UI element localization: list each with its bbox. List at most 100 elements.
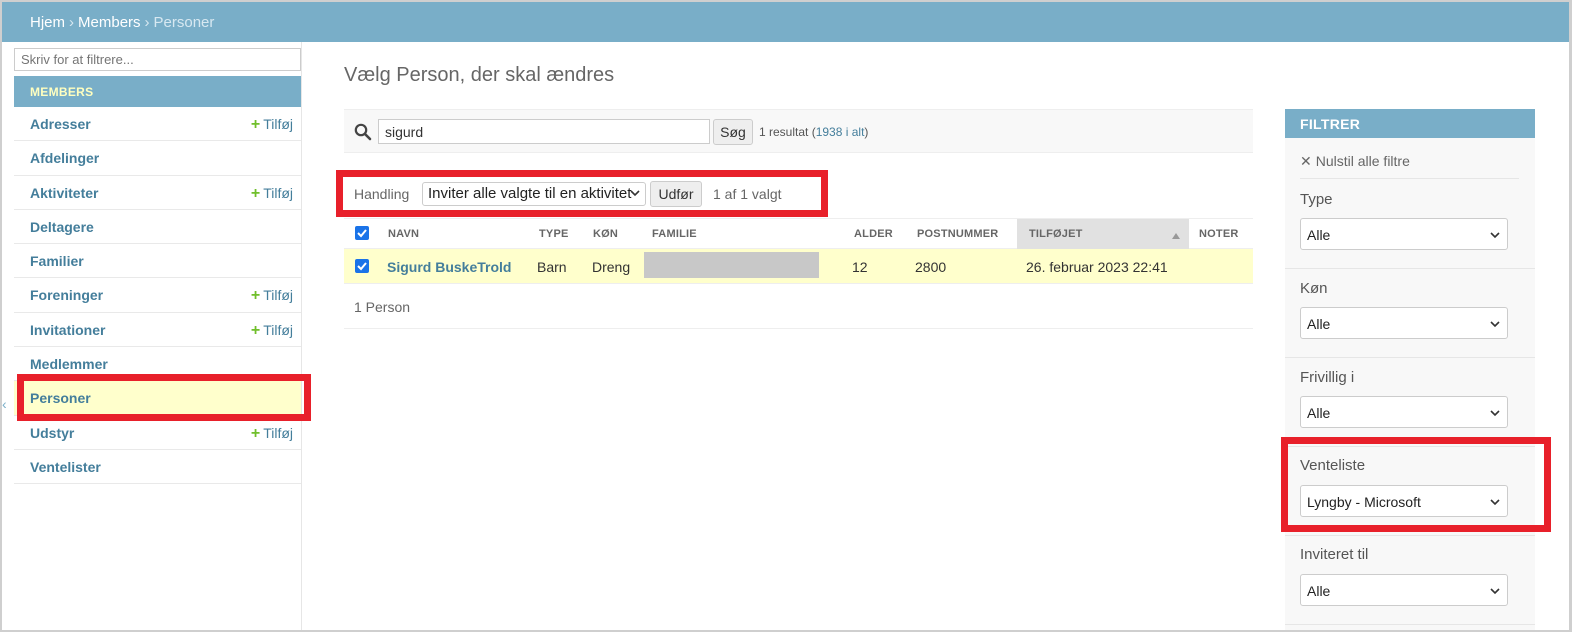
filter-select-volunteer[interactable]: Alle [1300,396,1508,428]
annotation-box-actions [336,170,828,217]
sidebar-item-afdelinger: Afdelinger [14,141,301,176]
divider [1285,535,1535,536]
add-aktiviteter-link[interactable]: + Tilføj [251,185,293,203]
select-all-checkbox[interactable] [355,226,369,240]
module-caption-members[interactable]: MEMBERS [14,76,301,107]
header: Hjem › Members › Personer [2,2,1569,42]
add-adresser-link[interactable]: + Tilføj [251,116,293,134]
sidebar-item-foreninger: Foreninger + Tilføj [14,278,301,313]
search-icon [354,123,372,141]
column-header-postal[interactable]: POSTNUMMER [917,228,998,240]
row-checkbox[interactable] [355,259,369,273]
add-label: Tilføj [263,287,293,304]
filter-select-value: Alle [1307,316,1331,332]
filter-label-invited: Inviteret til [1300,546,1369,563]
sidebar-item-ventelister: Ventelister [14,450,301,485]
sidebar-item-label[interactable]: Familier [30,253,84,269]
sidebar-item-label[interactable]: Aktiviteter [30,185,98,201]
filter-label-gender: Køn [1300,280,1328,297]
column-header-age[interactable]: ALDER [854,228,893,240]
sidebar-item-label[interactable]: Udstyr [30,425,74,441]
result-count: 1 resultat (1938 i alt) [759,125,868,139]
column-header-family[interactable]: FAMILIE [652,228,697,240]
check-icon [357,262,367,271]
divider [1285,357,1535,358]
add-label: Tilføj [263,116,293,132]
search-button[interactable]: Søg [713,119,753,145]
check-icon [357,229,367,238]
plus-icon: + [250,424,261,442]
table-row: Sigurd BuskeTrold Barn Dreng 12 2800 26.… [344,249,1253,284]
column-header-type[interactable]: TYPE [539,228,569,240]
cell-gender: Dreng [592,259,631,275]
page-title: Vælg Person, der skal ændres [344,64,615,86]
collapse-sidebar-icon[interactable]: ‹ [2,396,7,412]
cell-postal: 2800 [915,259,947,275]
filter-select-value: Alle [1307,227,1331,243]
annotation-box-personer [17,374,311,421]
filter-select-type[interactable]: Alle [1300,218,1508,250]
clear-filters-link[interactable]: ✕ Nulstil alle filtre [1300,153,1410,170]
filter-label-type: Type [1300,191,1333,208]
person-name-link[interactable]: Sigurd BuskeTrold [387,259,511,275]
sort-ascending-icon[interactable] [1171,232,1181,240]
column-header-gender[interactable]: KØN [593,228,618,240]
sidebar-item-label[interactable]: Invitationer [30,322,105,338]
filter-caption: FILTRER [1285,109,1535,138]
breadcrumb-home[interactable]: Hjem [30,14,65,31]
sidebar-item-deltagere: Deltagere [14,210,301,245]
result-summary: 1 Person [354,299,411,315]
sidebar: MEMBERS Adresser +Tilføj Afdelinger Akti… [13,42,302,630]
filter-panel: FILTRER ✕ Nulstil alle filtre Type Alle K… [1285,109,1535,630]
filter-label-volunteer: Frivillig i [1300,369,1355,386]
filter-select-value: Alle [1307,583,1331,599]
chevron-down-icon [1490,232,1500,239]
paginator: 1 Person [344,285,1253,329]
sidebar-item-label[interactable]: Adresser [30,116,91,132]
result-table: NAVN TYPE KØN FAMILIE ALDER POSTNUMMER T… [344,218,1253,284]
nav-filter-input[interactable] [14,48,301,71]
column-header-name[interactable]: NAVN [388,228,419,240]
cell-age: 12 [852,259,868,275]
sidebar-item-label[interactable]: Ventelister [30,459,101,475]
plus-icon: + [250,116,261,133]
divider [1285,624,1535,625]
result-prefix: 1 resultat ( [759,125,816,139]
column-header-added[interactable]: TILFØJET [1029,228,1083,240]
breadcrumb-separator: › [69,14,75,31]
clear-filters-label: Nulstil alle filtre [1315,153,1410,169]
sidebar-item-label[interactable]: Foreninger [30,287,103,303]
chevron-down-icon [1490,588,1500,595]
plus-icon: + [250,287,261,305]
nav-list: Adresser + Tilføj Afdelinger Aktiviteter … [14,107,301,485]
divider [1300,178,1519,179]
add-udstyr-link[interactable]: + Tilføj [251,425,293,443]
filter-select-invited[interactable]: Alle [1300,574,1508,606]
divider [1285,268,1535,269]
sidebar-item-label[interactable]: Deltagere [30,219,94,235]
sidebar-item-label[interactable]: Medlemmer [30,356,108,372]
show-all-link[interactable]: 1938 i alt [816,125,865,139]
plus-icon: + [250,184,261,202]
breadcrumb-separator: › [144,14,150,31]
add-invitationer-link[interactable]: + Tilføj [251,322,293,340]
admin-window: Hjem›Members›Personer ‹ MEMBERS Adresser… [0,0,1572,632]
add-label: Tilføj [263,424,293,441]
breadcrumb-members[interactable]: Members [78,14,141,31]
annotation-box-waitinglist [1281,437,1551,532]
sidebar-item-invitationer: Invitationer + Tilføj [14,313,301,348]
close-icon: ✕ [1300,153,1312,169]
column-header-notes: NOTER [1199,228,1239,240]
search-input[interactable] [378,119,710,144]
add-label: Tilføj [263,184,293,201]
chevron-down-icon [1490,321,1500,328]
add-foreninger-link[interactable]: + Tilføj [251,287,293,305]
filter-select-gender[interactable]: Alle [1300,307,1508,339]
breadcrumb: Hjem › Members › Personer [30,14,214,31]
plus-icon: + [250,321,261,339]
search-toolbar: Søg 1 resultat (1938 i alt) [344,109,1253,153]
filter-select-value: Alle [1307,405,1331,421]
add-label: Tilføj [263,321,293,338]
chevron-down-icon [1490,410,1500,417]
sidebar-item-label[interactable]: Afdelinger [30,150,99,166]
